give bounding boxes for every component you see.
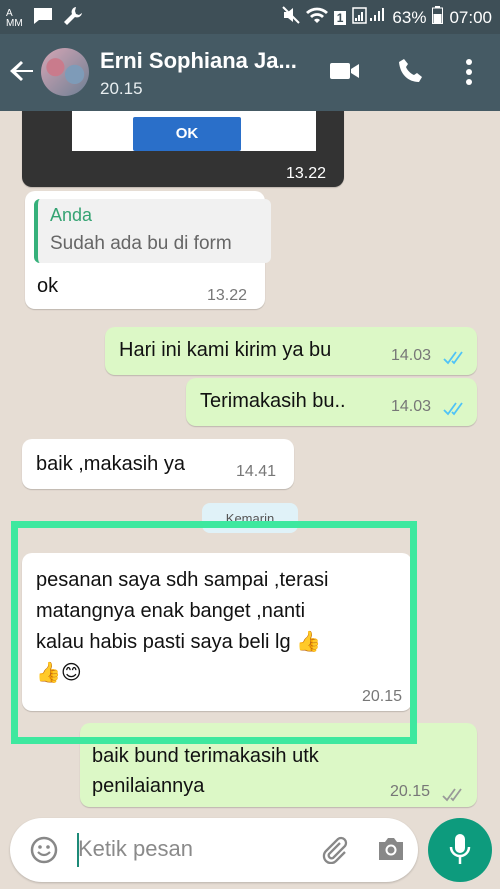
emoji-icon[interactable] xyxy=(30,836,58,869)
message-time: 14.03 xyxy=(391,347,432,364)
quote-author: Anda xyxy=(50,205,93,225)
outgoing-message[interactable]: Terimakasih bu.. 14.03 xyxy=(186,378,477,426)
status-bar: A MM 1 63% 07:00 xyxy=(0,0,500,34)
message-text: Terimakasih bu.. xyxy=(200,390,346,412)
back-arrow-icon[interactable] xyxy=(8,56,38,86)
outgoing-message[interactable]: Hari ini kami kirim ya bu 14.03 xyxy=(105,327,477,375)
message-text: baik ,makasih ya xyxy=(36,453,185,475)
wifi-icon xyxy=(305,6,328,29)
message-time: 14.03 xyxy=(391,398,432,415)
camera-icon[interactable] xyxy=(376,836,406,867)
highlight-frame xyxy=(11,521,417,744)
battery-text: 63% xyxy=(392,7,427,27)
message-line: penilaiannya xyxy=(92,775,205,797)
mute-icon xyxy=(282,6,300,29)
mm-icon: A MM xyxy=(6,7,23,29)
dialog-ok-button: OK xyxy=(133,117,241,151)
incoming-message[interactable]: baik ,makasih ya 14.41 xyxy=(22,439,294,489)
message-line: baik bund terimakasih utk xyxy=(92,745,319,767)
chat-header: Erni Sophiana Ja... 20.15 xyxy=(0,34,500,111)
contact-name[interactable]: Erni Sophiana Ja... xyxy=(100,48,297,74)
signal-icon xyxy=(352,6,386,29)
message-input[interactable]: Ketik pesan xyxy=(78,836,193,862)
video-call-icon[interactable] xyxy=(330,60,360,87)
message-time: 14.41 xyxy=(236,463,277,480)
message-text: Hari ini kami kirim ya bu xyxy=(119,339,332,361)
clock-time: 07:00 xyxy=(449,7,492,27)
more-vert-icon[interactable] xyxy=(465,59,473,90)
contact-status: 20.15 xyxy=(100,79,143,98)
message-input-bar[interactable]: Ketik pesan xyxy=(10,818,418,882)
battery-icon xyxy=(432,6,444,29)
message-text: ok xyxy=(37,275,59,297)
voice-record-button[interactable] xyxy=(428,818,492,882)
attach-icon[interactable] xyxy=(320,834,350,869)
wrench-icon xyxy=(63,6,83,31)
avatar[interactable] xyxy=(41,48,89,96)
reply-message[interactable]: Anda Sudah ada bu di form ok 13.22 xyxy=(25,191,271,309)
read-ticks-icon xyxy=(443,399,465,422)
message-time: 13.22 xyxy=(286,165,327,182)
delivered-ticks-icon xyxy=(442,785,464,808)
message-time: 20.15 xyxy=(390,783,431,800)
message-text: baik bund terimakasih utk penilaiannya xyxy=(92,741,319,801)
message-icon xyxy=(33,7,53,30)
message-time: 13.22 xyxy=(207,287,248,304)
quoted-message[interactable]: Anda Sudah ada bu di form xyxy=(34,199,271,263)
sim-badge: 1 xyxy=(333,10,347,25)
phone-icon[interactable] xyxy=(398,58,424,89)
mic-icon xyxy=(448,833,472,872)
read-ticks-icon xyxy=(443,348,465,371)
quote-text: Sudah ada bu di form xyxy=(50,233,232,254)
